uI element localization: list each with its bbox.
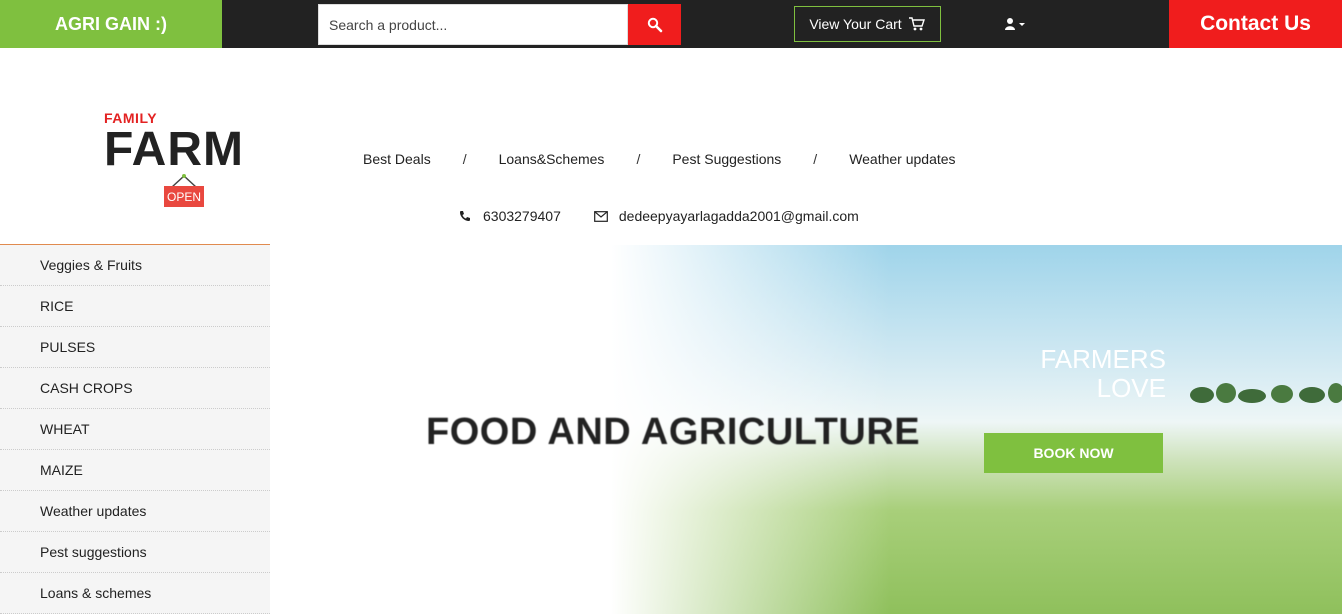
hero-banner: FOOD AND AGRICULTURE FARMERS LOVE BOOK N… [270, 245, 1342, 614]
sidebar-item-rice[interactable]: RICE [0, 286, 270, 327]
search-button[interactable] [628, 4, 681, 45]
nav-pest-suggestions[interactable]: Pest Suggestions [672, 151, 781, 167]
cart-icon [908, 17, 925, 31]
view-cart-button[interactable]: View Your Cart [794, 6, 941, 42]
brand-name[interactable]: AGRI GAIN :) [0, 0, 222, 48]
search-bar [318, 4, 681, 45]
email-address[interactable]: dedeepyayarlagadda2001@gmail.com [619, 208, 859, 224]
sidebar-item-cash-crops[interactable]: CASH CROPS [0, 368, 270, 409]
sidebar-item-maize[interactable]: MAIZE [0, 450, 270, 491]
sidebar-item-veggies-fruits[interactable]: Veggies & Fruits [0, 245, 270, 286]
sidebar-item-pulses[interactable]: PULSES [0, 327, 270, 368]
nav-best-deals[interactable]: Best Deals [363, 151, 431, 167]
tree-line-decoration [1190, 383, 1342, 403]
main-nav: Best Deals / Loans&Schemes / Pest Sugges… [363, 150, 956, 168]
caret-down-icon [1019, 23, 1025, 26]
nav-loans-schemes[interactable]: Loans&Schemes [499, 151, 605, 167]
top-bar: AGRI GAIN :) View Your Cart Contact Us [0, 0, 1342, 48]
envelope-icon [593, 209, 608, 223]
search-icon [647, 17, 662, 32]
contact-info: 6303279407 dedeepyayarlagadda2001@gmail.… [458, 208, 859, 224]
nav-weather-updates[interactable]: Weather updates [849, 151, 955, 167]
search-input[interactable] [318, 4, 628, 45]
phone-icon [458, 209, 472, 223]
category-sidebar: Veggies & Fruits RICE PULSES CASH CROPS … [0, 244, 270, 614]
hero-subtitle: FARMERS LOVE [1040, 344, 1166, 403]
nav-separator: / [636, 151, 641, 167]
logo-farm-text: FARM [104, 123, 244, 176]
sidebar-item-loans-schemes[interactable]: Loans & schemes [0, 573, 270, 614]
sidebar-item-wheat[interactable]: WHEAT [0, 409, 270, 450]
phone-number[interactable]: 6303279407 [483, 208, 561, 224]
cart-label: View Your Cart [809, 16, 902, 32]
hero-title: FOOD AND AGRICULTURE [426, 411, 921, 453]
nav-separator: / [462, 151, 467, 167]
sidebar-item-pest-suggestions[interactable]: Pest suggestions [0, 532, 270, 573]
user-menu-button[interactable] [1004, 14, 1028, 34]
user-icon [1005, 18, 1025, 30]
contact-us-button[interactable]: Contact Us [1169, 0, 1342, 48]
book-now-button[interactable]: BOOK NOW [984, 433, 1163, 473]
family-farm-logo[interactable]: FAMILY FARM OPEN [104, 110, 254, 210]
sidebar-item-weather-updates[interactable]: Weather updates [0, 491, 270, 532]
logo-open-sign: OPEN [164, 186, 204, 207]
nav-separator: / [813, 151, 818, 167]
